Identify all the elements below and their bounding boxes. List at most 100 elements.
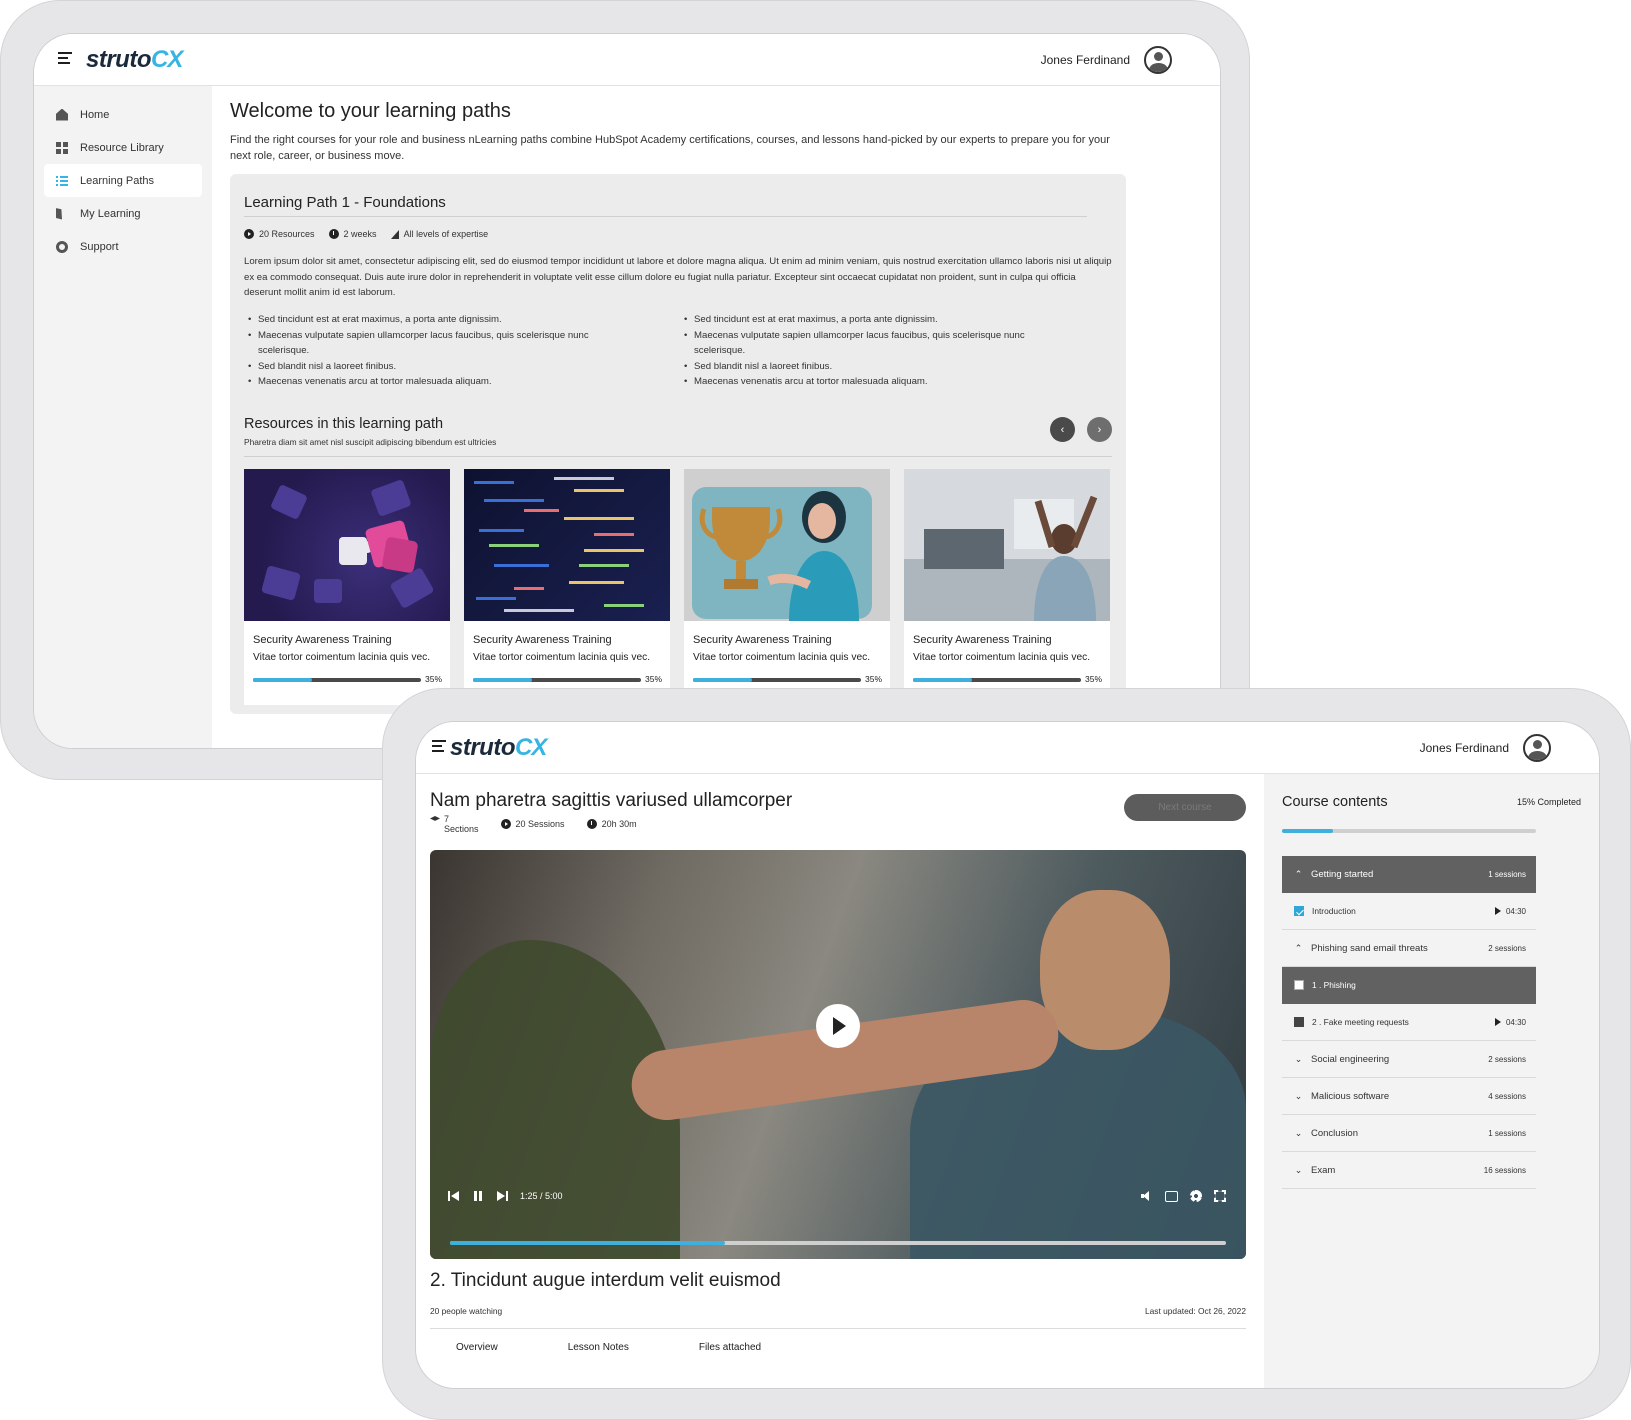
- menu-icon[interactable]: [58, 52, 72, 64]
- progress-fill: [473, 678, 532, 682]
- resource-card-subtitle: Vitae tortor coimentum lacinia quis vec.: [693, 652, 871, 663]
- chevron-up-icon: ⌃: [1294, 868, 1303, 879]
- sidebar-item-label: Learning Paths: [80, 174, 154, 187]
- next-course-button[interactable]: Next course: [1124, 794, 1246, 821]
- resource-progress-bar: [473, 678, 641, 682]
- section-malicious-software[interactable]: ⌄ Malicious software 4 sessions: [1282, 1078, 1536, 1115]
- watching-count: 20 people watching: [430, 1306, 503, 1316]
- fullscreen-icon[interactable]: [1214, 1190, 1226, 1202]
- sessions-meta: 20 Sessions: [500, 814, 565, 834]
- volume-icon[interactable]: [1141, 1190, 1153, 1202]
- bullet-list-left: Sed tincidunt est at erat maximus, a por…: [244, 312, 624, 390]
- gear-icon[interactable]: [1190, 1190, 1202, 1202]
- logo[interactable]: strutoCX: [450, 734, 547, 762]
- avatar[interactable]: [1523, 734, 1551, 762]
- sidebar-item-learning-paths[interactable]: Learning Paths: [44, 164, 202, 197]
- lesson-label: 1 . Phishing: [1312, 980, 1356, 990]
- checkbox-icon[interactable]: [1294, 1017, 1304, 1027]
- user-name: Jones Ferdinand: [1040, 53, 1130, 67]
- list-item: Maecenas vulputate sapien ullamcorper la…: [244, 328, 624, 359]
- user-menu[interactable]: Jones Ferdinand: [1420, 734, 1551, 762]
- duration-meta: 2 weeks: [328, 229, 377, 239]
- sessions-count: 20 Sessions: [515, 819, 565, 829]
- checkbox-checked-icon[interactable]: [1294, 906, 1304, 916]
- lesson-title: 2. Tincidunt augue interdum velit euismo…: [430, 1270, 781, 1291]
- video-controls-right: [1141, 1190, 1226, 1202]
- main-content: Welcome to your learning paths Find the …: [230, 86, 1220, 748]
- lesson-introduction[interactable]: Introduction 04:30: [1282, 893, 1536, 930]
- resource-progress-label: 35%: [1085, 674, 1103, 684]
- logo[interactable]: strutoCX: [86, 46, 183, 74]
- learning-path-card: Learning Path 1 - Foundations 20 Resourc…: [230, 174, 1126, 714]
- resource-card-subtitle: Vitae tortor coimentum lacinia quis vec.: [253, 652, 431, 663]
- tab-overview[interactable]: Overview: [456, 1342, 498, 1353]
- play-circle-icon: [244, 229, 254, 239]
- section-label: Malicious software: [1311, 1090, 1390, 1102]
- home-icon: [56, 108, 68, 121]
- play-icon: [1494, 1018, 1501, 1026]
- resource-progress-bar: [913, 678, 1081, 682]
- course-duration: 20h 30m: [601, 819, 637, 829]
- section-conclusion[interactable]: ⌄ Conclusion 1 sessions: [1282, 1115, 1536, 1152]
- course-meta: 7 Sections 20 Sessions 20h 30m: [430, 814, 637, 834]
- avatar[interactable]: [1144, 46, 1172, 74]
- video-figure: [1040, 890, 1170, 1050]
- scrubber-fill: [450, 1241, 726, 1245]
- resources-count: 20 Resources: [259, 229, 315, 239]
- list-item: Sed tincidunt est at erat maximus, a por…: [680, 312, 1060, 328]
- resource-card-title: Security Awareness Training: [253, 634, 392, 646]
- duration-meta: 20h 30m: [586, 814, 637, 834]
- carousel-prev-button[interactable]: ‹: [1050, 417, 1075, 442]
- resource-card-subtitle: Vitae tortor coimentum lacinia quis vec.: [913, 652, 1091, 663]
- course-contents-list: ⌃ Getting started 1 sessions Introduction…: [1282, 856, 1536, 1189]
- section-label: Phishing sand email threats: [1311, 942, 1428, 954]
- resource-progress-bar: [253, 678, 421, 682]
- list-icon: [56, 174, 68, 187]
- divider: [244, 456, 1112, 457]
- course-main: Nam pharetra sagittis variused ullamcorp…: [416, 774, 1264, 1388]
- lesson-fake-meeting-requests[interactable]: 2 . Fake meeting requests 04:30: [1282, 1004, 1536, 1041]
- resource-card[interactable]: Security Awareness Training Vitae tortor…: [904, 469, 1110, 705]
- menu-icon[interactable]: [432, 740, 446, 752]
- course-title: Nam pharetra sagittis variused ullamcorp…: [430, 790, 793, 811]
- section-exam[interactable]: ⌄ Exam 16 sessions: [1282, 1152, 1536, 1189]
- chevron-down-icon: ⌄: [1294, 1090, 1303, 1101]
- video-player[interactable]: 1:25 / 5:00: [430, 850, 1246, 1259]
- resource-card[interactable]: Security Awareness Training Vitae tortor…: [684, 469, 890, 705]
- sidebar-item-home[interactable]: Home: [44, 98, 202, 131]
- sidebar-item-support[interactable]: Support: [44, 230, 202, 263]
- video-scrubber[interactable]: [450, 1241, 1226, 1245]
- progress-fill: [693, 678, 752, 682]
- checkbox-icon[interactable]: [1294, 980, 1304, 990]
- resource-card[interactable]: Security Awareness Training Vitae tortor…: [464, 469, 670, 705]
- section-count: 2 sessions: [1488, 943, 1526, 953]
- pause-icon[interactable]: [472, 1190, 484, 1202]
- list-item: Maecenas venenatis arcu at tortor malesu…: [244, 374, 624, 390]
- section-phishing[interactable]: ⌃ Phishing sand email threats 2 sessions: [1282, 930, 1536, 967]
- sidebar-item-my-learning[interactable]: My Learning: [44, 197, 202, 230]
- section-label: Getting started: [1311, 868, 1374, 880]
- top-bar: strutoCX Jones Ferdinand: [416, 722, 1599, 774]
- carousel-next-button[interactable]: ›: [1087, 417, 1112, 442]
- captions-icon[interactable]: [1165, 1190, 1178, 1202]
- play-button[interactable]: [816, 1004, 860, 1048]
- sidebar-item-resource-library[interactable]: Resource Library: [44, 131, 202, 164]
- trophy-thumbnail: [684, 469, 890, 621]
- level-value: All levels of expertise: [403, 229, 489, 239]
- page-title: Welcome to your learning paths: [230, 100, 511, 122]
- learning-paths-screen: strutoCX Jones Ferdinand Home Resource L…: [33, 33, 1221, 749]
- section-getting-started[interactable]: ⌃ Getting started 1 sessions: [1282, 856, 1536, 893]
- skip-back-icon[interactable]: [448, 1190, 460, 1202]
- section-count: 2 sessions: [1488, 1054, 1526, 1064]
- lesson-label: Introduction: [1312, 906, 1356, 916]
- resource-card[interactable]: Security Awareness Training Vitae tortor…: [244, 469, 450, 705]
- lesson-phishing[interactable]: 1 . Phishing: [1282, 967, 1536, 1004]
- chevron-down-icon: ⌄: [1294, 1053, 1303, 1064]
- layers-icon: [430, 816, 440, 821]
- user-menu[interactable]: Jones Ferdinand: [1041, 46, 1172, 74]
- divider: [244, 216, 1087, 217]
- skip-forward-icon[interactable]: [496, 1190, 508, 1202]
- section-social-engineering[interactable]: ⌄ Social engineering 2 sessions: [1282, 1041, 1536, 1078]
- tab-lesson-notes[interactable]: Lesson Notes: [568, 1342, 629, 1353]
- tab-files-attached[interactable]: Files attached: [699, 1342, 761, 1353]
